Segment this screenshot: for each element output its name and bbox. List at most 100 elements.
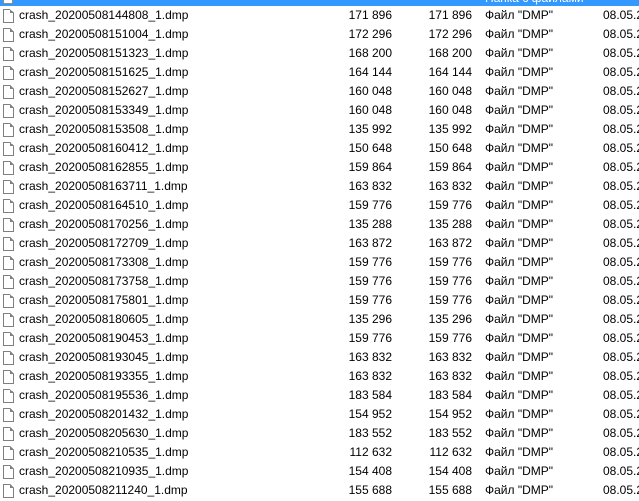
file-packed-size: 160 048 (428, 103, 472, 117)
file-type: Файл "DMP" (485, 331, 554, 345)
file-packed-size: 163 872 (428, 236, 472, 250)
table-row[interactable]: crash_20200508151004_1.dmp 172 296 172 2… (0, 25, 639, 44)
table-row[interactable]: crash_20200508153508_1.dmp 135 992 135 9… (0, 120, 639, 139)
table-row[interactable]: crash_20200508164510_1.dmp 159 776 159 7… (0, 196, 639, 215)
file-name[interactable]: crash_20200508175801_1.dmp (19, 294, 188, 307)
file-size: 135 288 (348, 217, 392, 231)
file-packed-size: 135 296 (428, 312, 472, 326)
file-name[interactable]: crash_20200508172709_1.dmp (19, 237, 188, 250)
file-size: 159 776 (348, 198, 392, 212)
file-packed-size: 168 200 (428, 46, 472, 60)
table-row[interactable]: crash_20200508160412_1.dmp 150 648 150 6… (0, 139, 639, 158)
file-name[interactable]: crash_20200508170256_1.dmp (19, 218, 188, 231)
file-name[interactable]: crash_20200508162855_1.dmp (19, 161, 188, 174)
file-name[interactable]: crash_20200508153349_1.dmp (19, 104, 188, 117)
table-row[interactable]: crash_20200508190453_1.dmp 159 776 159 7… (0, 329, 639, 348)
table-row[interactable]: crash_20200508144808_1.dmp 171 896 171 8… (0, 6, 639, 25)
table-row[interactable]: crash_20200508211240_1.dmp 155 688 155 6… (0, 481, 639, 500)
file-name[interactable]: crash_20200508151004_1.dmp (19, 28, 188, 41)
file-type: Файл "DMP" (485, 27, 554, 41)
table-row[interactable]: crash_20200508162855_1.dmp 159 864 159 8… (0, 158, 639, 177)
folder-type-label: Папка с файлами (485, 0, 584, 5)
file-name[interactable]: crash_20200508180605_1.dmp (19, 313, 188, 326)
file-icon (3, 66, 14, 80)
file-name[interactable]: crash_20200508195536_1.dmp (19, 389, 188, 402)
table-row[interactable]: crash_20200508201432_1.dmp 154 952 154 9… (0, 405, 639, 424)
file-name[interactable]: crash_20200508160412_1.dmp (19, 142, 188, 155)
file-type: Файл "DMP" (485, 350, 554, 364)
file-name[interactable]: crash_20200508151625_1.dmp (19, 66, 188, 79)
file-size: 163 832 (348, 350, 392, 364)
file-type: Файл "DMP" (485, 426, 554, 440)
table-row[interactable]: crash_20200508175801_1.dmp 159 776 159 7… (0, 291, 639, 310)
file-icon (3, 427, 14, 441)
table-row[interactable]: crash_20200508173758_1.dmp 159 776 159 7… (0, 272, 639, 291)
file-icon (3, 351, 14, 365)
file-packed-size: 160 048 (428, 84, 472, 98)
file-name[interactable]: crash_20200508193355_1.dmp (19, 370, 188, 383)
file-size: 135 992 (348, 122, 392, 136)
file-date: 08.05.2 (603, 160, 639, 174)
table-row[interactable]: crash_20200508173308_1.dmp 159 776 159 7… (0, 253, 639, 272)
table-row[interactable]: crash_20200508210935_1.dmp 154 408 154 4… (0, 462, 639, 481)
file-name[interactable]: crash_20200508164510_1.dmp (19, 199, 188, 212)
table-row[interactable]: crash_20200508153349_1.dmp 160 048 160 0… (0, 101, 639, 120)
file-date: 08.05.2 (603, 141, 639, 155)
file-size: 183 552 (348, 426, 392, 440)
file-packed-size: 135 288 (428, 217, 472, 231)
file-name[interactable]: crash_20200508210935_1.dmp (19, 465, 188, 478)
file-type: Файл "DMP" (485, 160, 554, 174)
file-packed-size: 155 688 (428, 483, 472, 497)
file-date: 08.05.2 (603, 255, 639, 269)
table-row[interactable]: crash_20200508193045_1.dmp 163 832 163 8… (0, 348, 639, 367)
file-icon (3, 161, 14, 175)
file-type: Файл "DMP" (485, 8, 554, 22)
table-row[interactable]: crash_20200508152627_1.dmp 160 048 160 0… (0, 82, 639, 101)
file-name[interactable]: crash_20200508163711_1.dmp (19, 180, 188, 193)
file-name[interactable]: crash_20200508211240_1.dmp (19, 484, 188, 497)
file-date: 08.05.2 (603, 8, 639, 22)
file-name[interactable]: crash_20200508144808_1.dmp (19, 9, 188, 22)
file-name[interactable]: crash_20200508205630_1.dmp (19, 427, 188, 440)
file-size: 135 296 (348, 312, 392, 326)
file-name[interactable]: crash_20200508153508_1.dmp (19, 123, 188, 136)
file-name[interactable]: crash_20200508173308_1.dmp (19, 256, 188, 269)
file-type: Файл "DMP" (485, 179, 554, 193)
file-size: 154 952 (348, 407, 392, 421)
file-name[interactable]: crash_20200508152627_1.dmp (19, 85, 188, 98)
file-date: 08.05.2 (603, 103, 639, 117)
file-date: 08.05.2 (603, 483, 639, 497)
table-row[interactable]: crash_20200508172709_1.dmp 163 872 163 8… (0, 234, 639, 253)
file-name[interactable]: crash_20200508193045_1.dmp (19, 351, 188, 364)
table-row[interactable]: crash_20200508193355_1.dmp 163 832 163 8… (0, 367, 639, 386)
file-date: 08.05.2 (603, 407, 639, 421)
file-packed-size: 164 144 (428, 65, 472, 79)
file-packed-size: 163 832 (428, 179, 472, 193)
file-type: Файл "DMP" (485, 483, 554, 497)
file-name[interactable]: crash_20200508201432_1.dmp (19, 408, 188, 421)
file-icon (3, 237, 14, 251)
file-name[interactable]: crash_20200508210535_1.dmp (19, 446, 188, 459)
file-icon (3, 218, 14, 232)
file-name[interactable]: crash_20200508151323_1.dmp (19, 47, 188, 60)
table-row[interactable]: crash_20200508151625_1.dmp 164 144 164 1… (0, 63, 639, 82)
file-icon (3, 256, 14, 270)
file-date: 08.05.2 (603, 122, 639, 136)
table-row[interactable]: crash_20200508170256_1.dmp 135 288 135 2… (0, 215, 639, 234)
file-packed-size: 159 776 (428, 274, 472, 288)
table-row[interactable]: crash_20200508163711_1.dmp 163 832 163 8… (0, 177, 639, 196)
table-row[interactable]: crash_20200508195536_1.dmp 183 584 183 5… (0, 386, 639, 405)
file-size: 155 688 (348, 483, 392, 497)
file-name[interactable]: crash_20200508190453_1.dmp (19, 332, 188, 345)
file-size: 159 776 (348, 255, 392, 269)
file-type: Файл "DMP" (485, 255, 554, 269)
table-row[interactable]: crash_20200508180605_1.dmp 135 296 135 2… (0, 310, 639, 329)
file-date: 08.05.2 (603, 198, 639, 212)
table-row[interactable]: crash_20200508210535_1.dmp 112 632 112 6… (0, 443, 639, 462)
file-icon (3, 408, 14, 422)
file-size: 171 896 (348, 8, 392, 22)
file-name[interactable]: crash_20200508173758_1.dmp (19, 275, 188, 288)
table-row[interactable]: crash_20200508205630_1.dmp 183 552 183 5… (0, 424, 639, 443)
file-date: 08.05.2 (603, 331, 639, 345)
table-row[interactable]: crash_20200508151323_1.dmp 168 200 168 2… (0, 44, 639, 63)
